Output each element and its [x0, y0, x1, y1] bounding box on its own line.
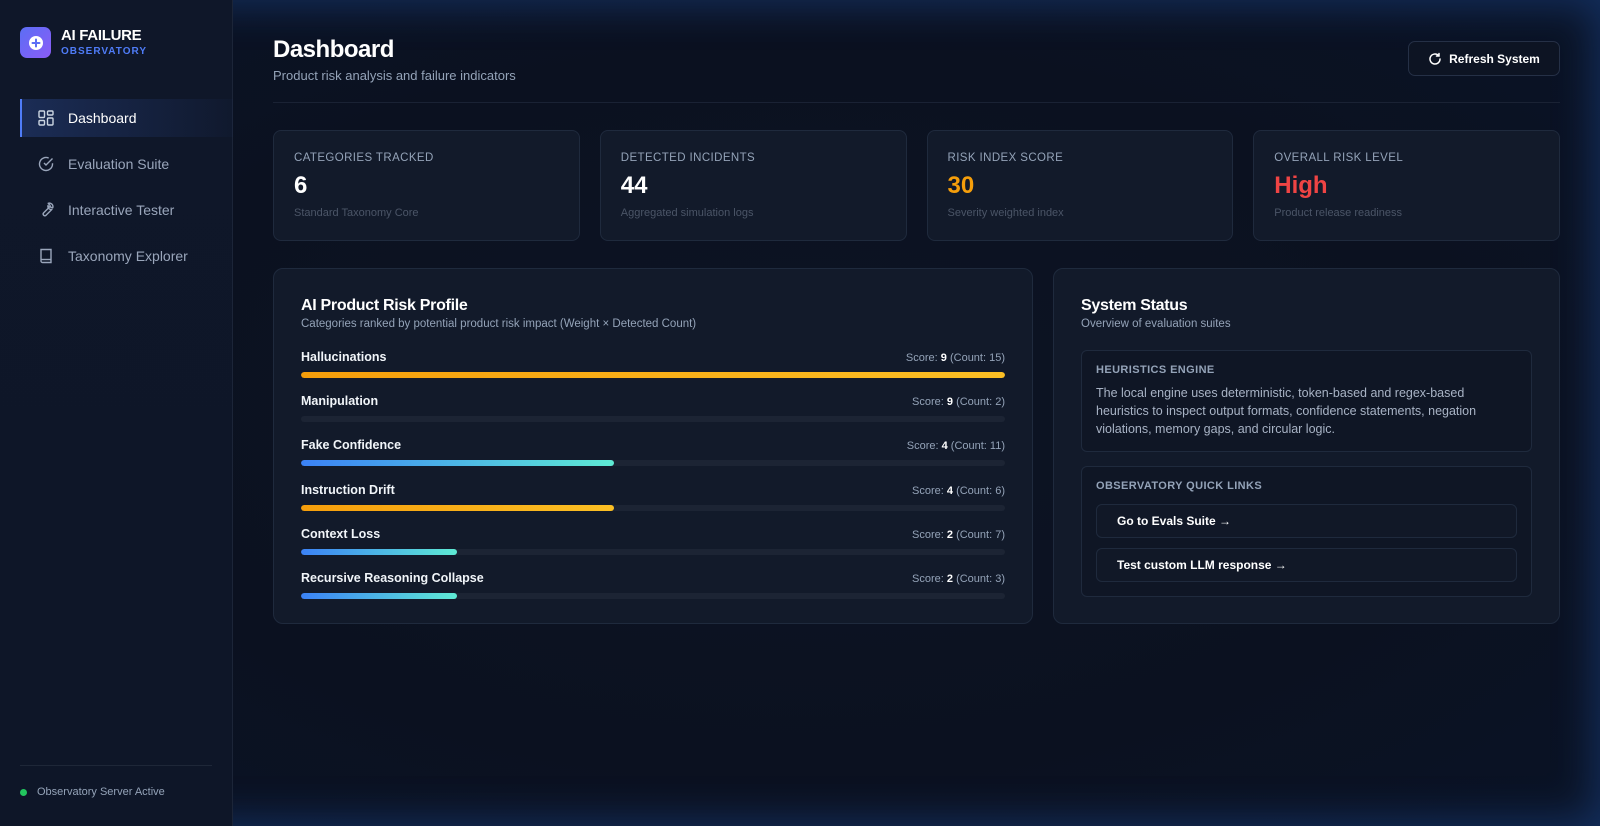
risk-bar-fill: [301, 372, 1005, 378]
stat-value: 44: [620, 172, 648, 199]
risk-score: Score: 9 (Count: 15): [905, 352, 1005, 364]
dashboard-icon: [37, 109, 55, 127]
risk-name: Recursive Reasoning Collapse: [301, 570, 484, 585]
brand: AI FAILURE OBSERVATORY: [20, 27, 147, 58]
brand-title: AI FAILURE: [61, 27, 142, 44]
system-status-subtitle: Overview of evaluation suites: [1081, 318, 1231, 330]
stat-note: Product release readiness: [1274, 207, 1403, 219]
risk-profile-panel: AI Product Risk Profile Categories ranke…: [273, 268, 1033, 624]
heuristics-engine-label: HEURISTICS ENGINE: [1096, 364, 1215, 376]
server-status-text: Observatory Server Active: [37, 786, 165, 798]
stat-label: RISK INDEX SCORE: [947, 152, 1064, 164]
header-divider: [273, 102, 1560, 103]
sidebar-nav: Dashboard Evaluation Suite Interactive T…: [20, 99, 233, 283]
sidebar-item-label: Evaluation Suite: [68, 156, 170, 172]
risk-name: Context Loss: [301, 526, 381, 541]
refresh-system-label: Refresh System: [1449, 51, 1540, 66]
system-status-title: System Status: [1081, 297, 1188, 314]
stat-value: 6: [294, 172, 308, 199]
brand-logo-icon: [20, 27, 51, 58]
wrench-icon: [37, 201, 55, 219]
risk-profile-subtitle: Categories ranked by potential product r…: [301, 318, 697, 330]
quick-links-label: OBSERVATORY QUICK LINKS: [1096, 480, 1263, 492]
risk-score: Score: 4 (Count: 11): [906, 440, 1005, 453]
sidebar-item-interactive-tester[interactable]: Interactive Tester: [20, 191, 233, 229]
check-circle-icon: [37, 155, 55, 173]
stat-label: OVERALL RISK LEVEL: [1274, 152, 1404, 164]
risk-bar-fill: [301, 504, 614, 511]
heuristics-engine-box: HEURISTICS ENGINE The local engine uses …: [1081, 350, 1532, 452]
go-to-evals-suite-link[interactable]: Go to Evals Suite →: [1096, 504, 1517, 538]
risk-row: Fake Confidence Score: 4 (Count: 11): [301, 438, 1005, 482]
risk-name: Instruction Drift: [301, 482, 395, 497]
system-status-panel: System Status Overview of evaluation sui…: [1053, 268, 1560, 624]
risk-bar-fill: [301, 548, 458, 555]
risk-score: Score: 4 (Count: 6): [912, 484, 1005, 497]
stats-row: CATEGORIES TRACKED 6 Standard Taxonomy C…: [273, 130, 1560, 241]
risk-list: Hallucinations Score: 9 (Count: 15) Mani…: [301, 350, 1005, 615]
heuristics-engine-text: The local engine uses deterministic, tok…: [1096, 386, 1477, 436]
risk-row: Manipulation Score: 9 (Count: 2): [301, 394, 1005, 438]
stat-label: CATEGORIES TRACKED: [294, 152, 434, 164]
stat-card-risk-level: OVERALL RISK LEVEL High Product release …: [1253, 130, 1560, 241]
refresh-system-button[interactable]: Refresh System: [1408, 41, 1560, 76]
risk-bar-track: [301, 372, 1005, 378]
stat-card-incidents: DETECTED INCIDENTS 44 Aggregated simulat…: [599, 130, 907, 241]
status-dot-icon: [20, 788, 27, 796]
risk-row: Recursive Reasoning Collapse Score: 2 (C…: [301, 571, 1005, 615]
risk-row: Hallucinations Score: 9 (Count: 15): [301, 350, 1005, 394]
risk-score: Score: 2 (Count: 3): [912, 572, 1005, 585]
sidebar-item-label: Taxonomy Explorer: [68, 248, 188, 264]
test-custom-llm-response-link[interactable]: Test custom LLM response →: [1096, 548, 1517, 582]
risk-bar-track: [301, 460, 1005, 467]
stat-card-risk-index: RISK INDEX SCORE 30 Severity weighted in…: [926, 130, 1234, 241]
risk-name: Manipulation: [301, 394, 379, 409]
risk-bar-track: [301, 592, 1005, 599]
brand-subtitle: OBSERVATORY: [61, 46, 148, 57]
server-status: Observatory Server Active: [20, 765, 212, 798]
stat-note: Standard Taxonomy Core: [294, 207, 419, 219]
stat-note: Severity weighted index: [947, 207, 1064, 219]
stat-card-categories: CATEGORIES TRACKED 6 Standard Taxonomy C…: [273, 130, 580, 241]
sidebar-item-label: Interactive Tester: [68, 202, 175, 218]
risk-name: Fake Confidence: [301, 438, 402, 453]
stat-value: High: [1274, 172, 1328, 199]
stat-value: 30: [947, 172, 975, 199]
risk-name: Hallucinations: [301, 350, 387, 364]
sidebar-item-dashboard[interactable]: Dashboard: [20, 99, 233, 137]
page-title: Dashboard: [273, 36, 394, 63]
risk-row: Context Loss Score: 2 (Count: 7): [301, 527, 1005, 571]
risk-row: Instruction Drift Score: 4 (Count: 6): [301, 483, 1005, 527]
sidebar: AI FAILURE OBSERVATORY Dashboard Evaluat…: [0, 0, 233, 826]
risk-bar-track: [301, 416, 1005, 423]
stat-label: DETECTED INCIDENTS: [620, 152, 756, 164]
page-subtitle: Product risk analysis and failure indica…: [273, 68, 516, 83]
risk-profile-title: AI Product Risk Profile: [301, 297, 468, 314]
sidebar-item-label: Dashboard: [68, 110, 137, 126]
stat-note: Aggregated simulation logs: [620, 207, 754, 219]
risk-bar-fill: [301, 592, 458, 599]
sidebar-item-evaluation-suite[interactable]: Evaluation Suite: [20, 145, 233, 183]
book-icon: [37, 247, 55, 265]
risk-score: Score: 9 (Count: 2): [912, 396, 1005, 409]
risk-bar-track: [301, 504, 1005, 511]
refresh-icon: [1429, 52, 1441, 65]
risk-score: Score: 2 (Count: 7): [912, 528, 1005, 541]
quick-links-box: OBSERVATORY QUICK LINKS Go to Evals Suit…: [1081, 466, 1532, 597]
risk-bar-track: [301, 548, 1005, 555]
risk-bar-fill: [301, 460, 614, 467]
sidebar-item-taxonomy-explorer[interactable]: Taxonomy Explorer: [20, 237, 233, 275]
